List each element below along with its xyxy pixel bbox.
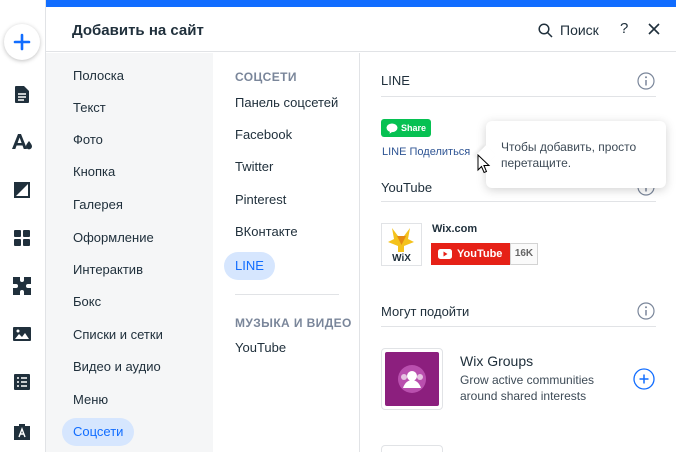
tooltip-text: Чтобы добавить, просто перетащите. bbox=[501, 140, 637, 170]
category-text[interactable]: Текст bbox=[62, 94, 117, 122]
wix-groups-icon bbox=[385, 352, 439, 406]
close-icon bbox=[648, 23, 660, 35]
category-list: Полоска Текст Фото Кнопка Галерея Оформл… bbox=[46, 53, 213, 452]
category-decorative[interactable]: Оформление bbox=[62, 224, 165, 252]
add-panel: Добавить на сайт Поиск ? Полоска Текст Ф… bbox=[46, 0, 676, 452]
sub-twitter[interactable]: Twitter bbox=[224, 153, 284, 181]
app-name: Wix Groups bbox=[460, 353, 534, 369]
cms-icon[interactable] bbox=[10, 370, 34, 394]
category-social[interactable]: Соцсети bbox=[62, 418, 135, 446]
wix-channel-logo: WiX bbox=[381, 223, 422, 266]
help-button[interactable]: ? bbox=[620, 20, 628, 37]
search-icon bbox=[538, 22, 553, 38]
background-icon[interactable] bbox=[10, 178, 34, 202]
category-video-audio[interactable]: Видео и аудио bbox=[62, 353, 172, 381]
left-rail bbox=[0, 0, 46, 452]
subcategory-list: СОЦСЕТИ Панель соцсетей Facebook Twitter… bbox=[213, 53, 360, 452]
sub-social-bar[interactable]: Панель соцсетей bbox=[224, 89, 349, 117]
plus-icon bbox=[13, 33, 31, 51]
sub-facebook[interactable]: Facebook bbox=[224, 121, 303, 149]
drag-tooltip: Чтобы добавить, просто перетащите. bbox=[476, 121, 666, 188]
category-button[interactable]: Кнопка bbox=[62, 158, 126, 186]
youtube-section-divider bbox=[381, 201, 656, 202]
suggest-section-title: Могут подойти bbox=[381, 304, 470, 319]
plus-circle-icon bbox=[633, 368, 655, 390]
category-lists-grids[interactable]: Списки и сетки bbox=[62, 321, 174, 349]
theme-icon[interactable] bbox=[10, 130, 34, 154]
portfolio-icon[interactable] bbox=[10, 420, 34, 444]
category-interactive[interactable]: Интерактив bbox=[62, 256, 154, 284]
category-image[interactable]: Фото bbox=[62, 126, 114, 154]
search-label: Поиск bbox=[560, 22, 599, 38]
panel-title: Добавить на сайт bbox=[72, 22, 204, 39]
line-widget-caption: LINE Поделиться bbox=[382, 146, 471, 158]
youtube-section-title: YouTube bbox=[381, 180, 433, 195]
sub-line[interactable]: LINE bbox=[224, 252, 275, 280]
svg-text:WiX: WiX bbox=[392, 253, 411, 264]
panel-top-bar bbox=[46, 0, 676, 7]
wix-groups-thumbnail[interactable] bbox=[381, 348, 443, 410]
category-gallery[interactable]: Галерея bbox=[62, 191, 134, 219]
mouse-cursor-icon bbox=[477, 154, 491, 174]
apps-icon[interactable] bbox=[10, 226, 34, 250]
category-menu[interactable]: Меню bbox=[62, 386, 119, 414]
youtube-button-label: YouTube bbox=[457, 248, 503, 260]
add-elements-button[interactable] bbox=[4, 24, 40, 60]
content-area: LINE Share LINE Поделиться YouTube WiX W… bbox=[360, 53, 676, 452]
pages-icon[interactable] bbox=[10, 82, 34, 106]
app-description: Grow active communities around shared in… bbox=[460, 373, 595, 403]
youtube-subscriber-count: 16K bbox=[510, 243, 538, 265]
line-info-icon[interactable] bbox=[637, 72, 655, 90]
youtube-channel-name: Wix.com bbox=[432, 223, 478, 235]
line-share-widget[interactable]: Share bbox=[381, 119, 431, 137]
sub-vkontakte[interactable]: ВКонтакте bbox=[224, 218, 309, 246]
search-button[interactable]: Поиск bbox=[538, 19, 599, 41]
sub-youtube[interactable]: YouTube bbox=[224, 334, 297, 362]
youtube-play-icon bbox=[438, 249, 452, 259]
close-button[interactable] bbox=[646, 21, 662, 37]
line-share-label: Share bbox=[401, 123, 427, 133]
youtube-subscribe-widget[interactable]: YouTube bbox=[431, 243, 510, 265]
suggest-section-divider bbox=[381, 326, 656, 327]
subcategory-divider bbox=[235, 294, 339, 295]
app-market-icon[interactable] bbox=[10, 274, 34, 298]
add-app-button[interactable] bbox=[633, 368, 655, 390]
line-chat-icon bbox=[386, 123, 398, 134]
media-icon[interactable] bbox=[10, 322, 34, 346]
suggest-info-icon[interactable] bbox=[637, 302, 655, 320]
sub-pinterest[interactable]: Pinterest bbox=[224, 186, 297, 214]
music-heading: МУЗЫКА И ВИДЕО bbox=[235, 316, 352, 330]
line-section-title: LINE bbox=[381, 73, 410, 88]
category-strip[interactable]: Полоска bbox=[62, 62, 135, 90]
social-heading: СОЦСЕТИ bbox=[235, 70, 297, 84]
panel-header: Добавить на сайт Поиск ? bbox=[46, 7, 676, 52]
next-app-thumbnail[interactable] bbox=[381, 445, 443, 452]
line-section-divider bbox=[381, 96, 656, 97]
category-box[interactable]: Бокс bbox=[62, 288, 112, 316]
